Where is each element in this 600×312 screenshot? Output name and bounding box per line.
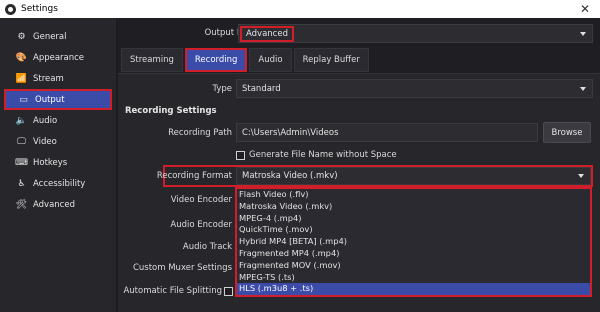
section-title: Recording Settings	[125, 106, 217, 116]
recording-format-select[interactable]: Matroska Video (.mkv)	[236, 167, 591, 185]
tab-recording[interactable]: Recording	[184, 48, 248, 72]
sidebar-item-output[interactable]: ▭ Output	[4, 89, 112, 110]
settings-sidebar: ⚙ General 🎨 Appearance 📶 Stream ▭ Output…	[0, 18, 117, 312]
accessibility-icon: ♿	[17, 178, 26, 189]
recording-path-input[interactable]: C:\Users\Admin\Videos	[236, 123, 538, 142]
keyboard-icon: ⌨	[15, 157, 28, 168]
format-option[interactable]: Fragmented MP4 (.mp4)	[237, 248, 590, 260]
auto-split-checkbox[interactable]	[224, 287, 233, 296]
sidebar-item-label: Video	[33, 136, 57, 147]
title-bar: Settings ✕	[0, 0, 600, 18]
format-option[interactable]: Matroska Video (.mkv)	[237, 201, 590, 213]
type-select[interactable]: Standard	[236, 79, 593, 98]
output-mode-select[interactable]: Advanced	[238, 24, 593, 43]
format-option-selected[interactable]: HLS (.m3u8 + .ts)	[237, 283, 590, 296]
custom-muxer-label: Custom Muxer Settings	[132, 263, 232, 273]
video-encoder-label: Video Encoder	[170, 195, 232, 205]
recording-format-dropdown: Flash Video (.flv) Matroska Video (.mkv)…	[235, 187, 592, 297]
sidebar-item-label: Advanced	[33, 199, 75, 210]
gear-icon: ⚙	[17, 31, 26, 42]
sidebar-item-label: Audio	[33, 115, 58, 126]
sidebar-item-stream[interactable]: 📶 Stream	[4, 68, 112, 89]
monitor-icon: 🖵	[17, 136, 26, 147]
output-mode-value: Advanced	[240, 25, 294, 42]
type-value: Standard	[242, 83, 281, 94]
sidebar-item-label: Appearance	[33, 52, 85, 63]
close-icon[interactable]: ✕	[580, 1, 590, 17]
sidebar-item-label: Hotkeys	[33, 157, 68, 168]
palette-icon: 🎨	[15, 52, 28, 63]
sidebar-item-accessibility[interactable]: ♿ Accessibility	[4, 173, 112, 194]
wrench-icon: 🛠	[15, 199, 28, 210]
browse-button[interactable]: Browse	[543, 122, 591, 143]
window-title: Settings	[21, 4, 58, 14]
recording-format-value: Matroska Video (.mkv)	[242, 171, 338, 181]
output-icon: ▭	[19, 94, 28, 105]
sidebar-item-advanced[interactable]: 🛠 Advanced	[4, 194, 112, 215]
recording-path-value: C:\Users\Admin\Videos	[242, 127, 339, 138]
antenna-icon: 📶	[15, 73, 28, 84]
tab-replay-buffer[interactable]: Replay Buffer	[293, 48, 369, 72]
format-option[interactable]: Fragmented MOV (.mov)	[237, 260, 590, 272]
recording-path-label: Recording Path	[168, 128, 232, 138]
obs-logo-icon	[5, 3, 16, 15]
audio-track-label: Audio Track	[182, 242, 232, 252]
format-option[interactable]: MPEG-4 (.mp4)	[237, 213, 590, 225]
generate-filename-checkbox[interactable]	[236, 151, 245, 160]
sidebar-item-hotkeys[interactable]: ⌨ Hotkeys	[4, 152, 112, 173]
sidebar-item-label: Accessibility	[33, 178, 86, 189]
recording-format-label: Recording Format	[156, 171, 232, 181]
format-option[interactable]: MPEG-TS (.ts)	[237, 272, 590, 284]
chevron-down-icon	[580, 31, 586, 36]
sidebar-item-general[interactable]: ⚙ General	[4, 26, 112, 47]
format-option[interactable]: QuickTime (.mov)	[237, 224, 590, 236]
generate-filename-label: Generate File Name without Space	[249, 150, 397, 160]
tab-streaming[interactable]: Streaming	[121, 48, 183, 72]
speaker-icon: 🔈	[15, 115, 28, 126]
output-tabs: Streaming Recording Audio Replay Buffer	[121, 48, 371, 72]
sidebar-item-label: Output	[35, 94, 65, 105]
chevron-down-icon	[580, 86, 586, 91]
format-option[interactable]: Flash Video (.flv)	[237, 189, 590, 201]
format-option[interactable]: Hybrid MP4 [BETA] (.mp4)	[237, 236, 590, 248]
chevron-down-icon	[578, 174, 584, 178]
sidebar-item-appearance[interactable]: 🎨 Appearance	[4, 47, 112, 68]
audio-encoder-label: Audio Encoder	[170, 220, 232, 230]
sidebar-item-audio[interactable]: 🔈 Audio	[4, 110, 112, 131]
sidebar-item-video[interactable]: 🖵 Video	[4, 131, 112, 152]
sidebar-item-label: Stream	[33, 73, 64, 84]
auto-split-label: Automatic File Splitting	[123, 286, 222, 296]
sidebar-item-label: General	[33, 31, 67, 42]
type-label: Type	[212, 84, 232, 94]
tab-audio[interactable]: Audio	[249, 48, 292, 72]
